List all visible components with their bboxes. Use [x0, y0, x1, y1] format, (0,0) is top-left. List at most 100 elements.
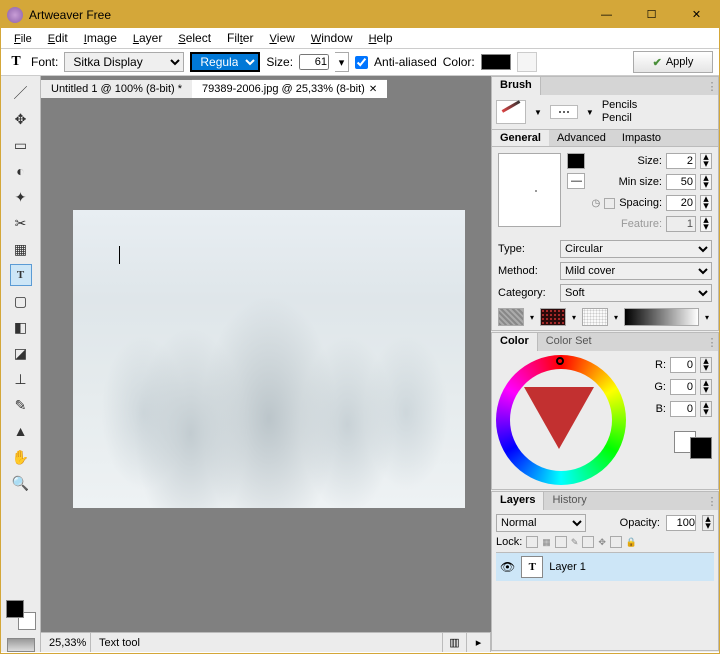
spinner-icon[interactable]: ▴▾ — [700, 174, 712, 190]
marquee-tool-icon[interactable]: ▭ — [10, 134, 32, 156]
layers-tab[interactable]: Layers — [492, 492, 544, 510]
canvas[interactable] — [41, 98, 491, 632]
brush-tip-round-icon[interactable]: ◗ — [567, 153, 585, 169]
stamp-tool-icon[interactable]: ⊥ — [10, 368, 32, 390]
eyedropper-tool-icon[interactable]: ✎ — [10, 394, 32, 416]
clock-icon[interactable]: ◷ — [591, 198, 600, 209]
spinner-icon[interactable]: ▴▾ — [700, 153, 712, 169]
status-zoom[interactable]: 25,33% — [41, 633, 91, 652]
brush-variant-icon[interactable] — [550, 105, 578, 119]
brush-minsize-input[interactable] — [666, 174, 696, 190]
size-dropdown-button[interactable]: ▾ — [335, 52, 349, 72]
brush-size-input[interactable] — [666, 153, 696, 169]
shape-tool-icon[interactable]: ▢ — [10, 290, 32, 312]
r-input[interactable] — [670, 357, 696, 373]
layer-name[interactable]: Layer 1 — [549, 561, 586, 573]
dropdown-icon[interactable]: ▼ — [534, 108, 542, 117]
status-menu-icon[interactable]: ▸ — [467, 633, 491, 652]
panel-menu-icon[interactable]: ⋮ — [706, 77, 718, 95]
layer-item[interactable]: 👁 T Layer 1 — [496, 553, 714, 581]
panel-menu-icon[interactable]: ⋮ — [706, 333, 718, 351]
g-input[interactable] — [670, 379, 696, 395]
brush-category-select[interactable]: Soft — [560, 284, 712, 302]
move-tool-icon[interactable]: ✥ — [10, 108, 32, 130]
menu-view[interactable]: View — [262, 29, 301, 47]
menu-select[interactable]: Select — [171, 29, 218, 47]
spacing-checkbox[interactable] — [604, 198, 615, 209]
color-tab[interactable]: Color — [492, 333, 538, 351]
brush-impasto-tab[interactable]: Impasto — [614, 130, 669, 146]
hand-tool-icon[interactable]: ✋ — [10, 446, 32, 468]
lock-all-checkbox[interactable] — [610, 536, 622, 548]
brush-general-tab[interactable]: General — [492, 130, 549, 146]
b-input[interactable] — [670, 401, 696, 417]
text-color-swatch[interactable] — [481, 54, 511, 70]
tab-untitled[interactable]: Untitled 1 @ 100% (8-bit) * — [41, 80, 192, 98]
text-options-icon[interactable] — [517, 52, 537, 72]
brush-category-icon[interactable] — [496, 100, 526, 124]
wand-tool-icon[interactable]: ✦ — [10, 186, 32, 208]
color-wheel[interactable] — [496, 355, 626, 485]
tab-active[interactable]: 79389-2006.jpg @ 25,33% (8-bit)✕ — [192, 79, 387, 98]
tab-close-icon[interactable]: ✕ — [369, 84, 377, 95]
brush-tip-flat-icon[interactable]: — — [567, 173, 585, 189]
spinner-icon[interactable]: ▴▾ — [700, 401, 712, 417]
perspective-tool-icon[interactable]: ▦ — [10, 238, 32, 260]
menu-layer[interactable]: Layer — [126, 29, 169, 47]
menu-help[interactable]: Help — [362, 29, 400, 47]
brush-advanced-tab[interactable]: Advanced — [549, 130, 614, 146]
apply-button[interactable]: ✔Apply — [633, 51, 713, 73]
minimize-button[interactable]: — — [584, 1, 629, 28]
spinner-icon[interactable]: ▴▾ — [702, 515, 714, 531]
colorset-tab[interactable]: Color Set — [538, 333, 600, 351]
spinner-icon[interactable]: ▴▾ — [700, 357, 712, 373]
eraser-tool-icon[interactable]: ◪ — [10, 342, 32, 364]
menu-filter[interactable]: Filter — [220, 29, 260, 47]
status-info-icon[interactable]: ▥ — [443, 633, 467, 652]
visibility-icon[interactable]: 👁 — [500, 560, 515, 574]
opacity-input[interactable] — [666, 515, 696, 531]
menu-file[interactable]: File — [7, 29, 39, 47]
brush-preview-icon[interactable] — [7, 638, 35, 652]
brush-tool-icon[interactable]: ／ — [10, 82, 32, 104]
lasso-tool-icon[interactable]: ◐ — [10, 160, 32, 182]
spinner-icon[interactable]: ▴▾ — [700, 195, 712, 211]
dropdown-icon[interactable]: ▾ — [569, 313, 579, 322]
panel-menu-icon[interactable]: ⋮ — [706, 492, 718, 510]
lock-trans-checkbox[interactable] — [526, 536, 538, 548]
color-swatch-pair[interactable] — [674, 431, 712, 459]
menu-image[interactable]: Image — [77, 29, 124, 47]
history-tab[interactable]: History — [544, 492, 594, 510]
menu-window[interactable]: Window — [304, 29, 360, 47]
dropdown-icon[interactable]: ▼ — [586, 108, 594, 117]
maximize-button[interactable]: ☐ — [629, 1, 674, 28]
dropdown-icon[interactable]: ▾ — [527, 313, 537, 322]
text-tool-icon[interactable]: T — [10, 264, 32, 286]
color-swatches[interactable] — [6, 600, 36, 630]
foreground-color-swatch[interactable] — [6, 600, 24, 618]
brush-tab[interactable]: Brush — [492, 77, 541, 95]
gradient-tool-icon[interactable]: ◧ — [10, 316, 32, 338]
texture-3-icon[interactable] — [582, 308, 608, 326]
lock-pixels-checkbox[interactable] — [555, 536, 567, 548]
font-select[interactable]: Sitka Display — [64, 52, 184, 72]
fill-tool-icon[interactable]: ▲ — [10, 420, 32, 442]
dropdown-icon[interactable]: ▾ — [611, 313, 621, 322]
antialiased-checkbox[interactable] — [355, 56, 368, 69]
font-size-input[interactable] — [299, 54, 329, 70]
texture-1-icon[interactable] — [498, 308, 524, 326]
blend-mode-select[interactable]: Normal — [496, 514, 586, 532]
lock-pos-checkbox[interactable] — [582, 536, 594, 548]
brush-spacing-input[interactable] — [666, 195, 696, 211]
brush-method-select[interactable]: Mild cover — [560, 262, 712, 280]
close-button[interactable]: ✕ — [674, 1, 719, 28]
zoom-tool-icon[interactable]: 🔍 — [10, 472, 32, 494]
crop-tool-icon[interactable]: ✂ — [10, 212, 32, 234]
texture-2-icon[interactable] — [540, 308, 566, 326]
font-style-select[interactable]: Regular — [190, 52, 260, 72]
spinner-icon[interactable]: ▴▾ — [700, 379, 712, 395]
brush-type-select[interactable]: Circular — [560, 240, 712, 258]
gradient-icon[interactable] — [624, 308, 699, 326]
dropdown-icon[interactable]: ▾ — [702, 313, 712, 322]
menu-edit[interactable]: Edit — [41, 29, 75, 47]
